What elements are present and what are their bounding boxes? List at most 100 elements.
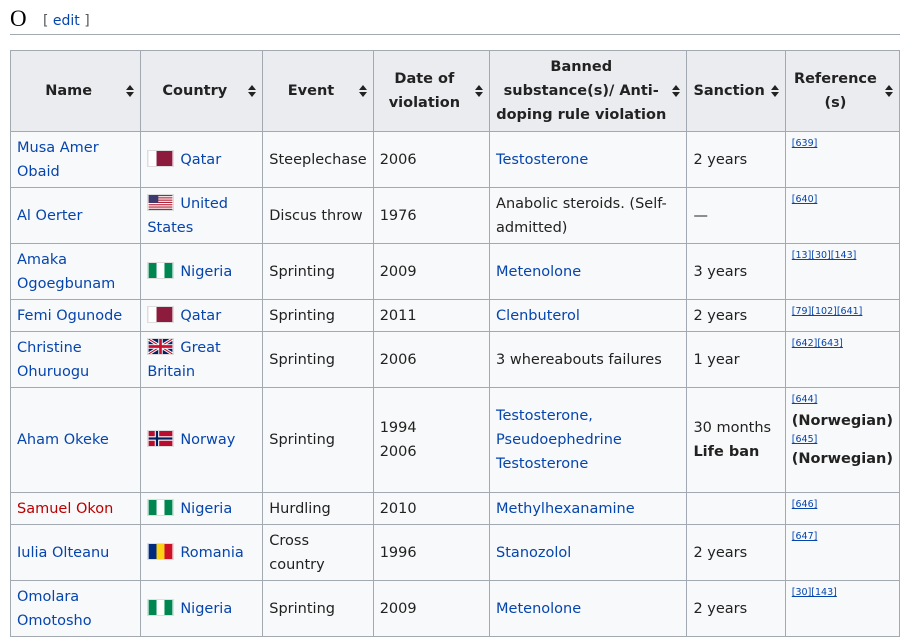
edit-link[interactable]: edit [53,13,80,29]
qatar-flag-icon [147,305,175,323]
date-cell: 1976 [372,187,491,244]
column-header-references[interactable]: Reference (s) [784,50,900,132]
section-title: O [10,6,27,31]
substance-link[interactable]: Clenbuterol [496,308,580,324]
section-heading: O [ edit ] [10,4,900,35]
event-cell: Cross country [262,524,374,581]
table-row: Amaka Ogoegbunam Nigeria Sprinting 2009 … [9,243,900,300]
sort-icon[interactable] [126,85,135,97]
athlete-link[interactable]: Omolara Omotosho [17,589,92,629]
substance-link[interactable]: Methylhexanamine [496,501,635,517]
romania-flag-icon [147,542,175,560]
substance-cell: 3 whereabouts failures [489,331,688,388]
sanction-cell: — [686,187,786,244]
event-cell: Discus throw [262,187,374,244]
athlete-link[interactable]: Iulia Olteanu [17,545,109,561]
substance-link[interactable]: Testosterone [496,456,588,472]
sanction-cell [686,492,786,525]
sanction-cell: 2 years [686,299,786,332]
substance-link[interactable]: Metenolone [496,601,581,617]
substance-link[interactable]: Stanozolol [496,545,571,561]
substance-link[interactable]: Testosterone, [496,408,593,424]
us-flag-icon [147,193,175,211]
nigeria-flag-icon [147,498,175,516]
substance-link[interactable]: Metenolone [496,264,581,280]
event-cell: Sprinting [262,580,374,637]
table-row: Omolara Omotosho Nigeria Sprinting 2009 … [9,580,900,637]
column-header-country[interactable]: Country [140,50,264,132]
norway-flag-icon [147,430,175,447]
substance-cell: Anabolic steroids. (Self-admitted) [489,187,688,244]
sanction-cell: 2 years [686,524,786,581]
reference-link[interactable]: [644] [792,394,818,405]
column-header-substance[interactable]: Banned substance(s)/ Anti-doping rule vi… [489,50,688,132]
edit-section: [ edit ] [43,13,90,29]
doping-table: Name Country Event Date of violation Ban… [9,50,900,637]
reference-link[interactable]: [645] [792,434,818,445]
event-cell: Sprinting [262,299,374,332]
table-row: Iulia Olteanu Romania Cross country 1996… [9,524,900,581]
table-row: Musa Amer Obaid Qatar Steeplechase 2006 … [9,131,900,188]
reference-link[interactable]: [13][30][143] [792,250,857,261]
table-row: Femi Ogunode Qatar Sprinting 2011 Clenbu… [9,299,900,332]
sort-icon[interactable] [358,85,367,97]
sanction-cell: 3 years [686,243,786,300]
date-cell: 1994 2006 [372,387,491,493]
reference-link[interactable]: [30][143] [792,587,837,598]
reference-link[interactable]: [79][102][641] [792,306,863,317]
sort-icon[interactable] [475,85,484,97]
country-link[interactable]: Nigeria [180,601,232,617]
substance-link[interactable]: Pseudoephedrine [496,432,622,448]
event-cell: Sprinting [262,387,374,493]
date-cell: 2006 [372,131,491,188]
sort-icon[interactable] [770,85,779,97]
sanction-cell: 2 years [686,131,786,188]
column-header-name[interactable]: Name [9,50,142,132]
sort-icon[interactable] [248,85,257,97]
table-row: Christine Ohuruogu Great Britain Sprinti… [9,331,900,388]
column-header-sanction[interactable]: Sanction [686,50,786,132]
sanction-cell: 2 years [686,580,786,637]
qatar-flag-icon [147,149,175,167]
athlete-link[interactable]: Musa Amer Obaid [17,140,99,180]
date-cell: 1996 [372,524,491,581]
substance-link[interactable]: Testosterone [496,152,588,168]
reference-link[interactable]: [646] [792,499,818,510]
sanction-cell: 1 year [686,331,786,388]
country-link[interactable]: Qatar [180,152,221,168]
country-link[interactable]: Nigeria [180,501,232,517]
event-cell: Sprinting [262,243,374,300]
column-header-event[interactable]: Event [262,50,374,132]
date-cell: 2009 [372,243,491,300]
country-link[interactable]: Nigeria [180,264,232,280]
reference-link[interactable]: [640] [792,194,818,205]
athlete-link[interactable]: Christine Ohuruogu [17,340,89,380]
date-cell: 2011 [372,299,491,332]
event-cell: Hurdling [262,492,374,525]
nigeria-flag-icon [147,598,175,616]
column-header-date[interactable]: Date of violation [372,50,491,132]
nigeria-flag-icon [147,261,175,279]
athlete-link[interactable]: Femi Ogunode [17,308,122,324]
date-cell: 2006 [372,331,491,388]
table-row: Al Oerter United States Discus throw 197… [9,187,900,244]
country-link[interactable]: Norway [180,432,235,448]
reference-link[interactable]: [647] [792,531,818,542]
table-row: Aham Okeke Norway Sprinting 1994 2006 Tes… [9,387,900,493]
sort-icon[interactable] [885,85,893,97]
country-link[interactable]: Qatar [180,308,221,324]
reference-note: (Norwegian) [791,451,893,467]
date-cell: 2009 [372,580,491,637]
athlete-link[interactable]: Aham Okeke [17,432,109,448]
sort-icon[interactable] [672,85,681,97]
athlete-link[interactable]: Amaka Ogoegbunam [17,252,115,292]
athlete-link[interactable]: Samuel Okon [17,501,113,517]
athlete-link[interactable]: Al Oerter [17,208,82,224]
uk-flag-icon [147,337,175,355]
reference-note: (Norwegian) [791,413,893,429]
date-cell: 2010 [372,492,491,525]
country-link[interactable]: Romania [180,545,243,561]
reference-link[interactable]: [642][643] [792,338,843,349]
table-row: Samuel Okon Nigeria Hurdling 2010 Methyl… [9,492,900,525]
reference-link[interactable]: [639] [792,138,818,149]
